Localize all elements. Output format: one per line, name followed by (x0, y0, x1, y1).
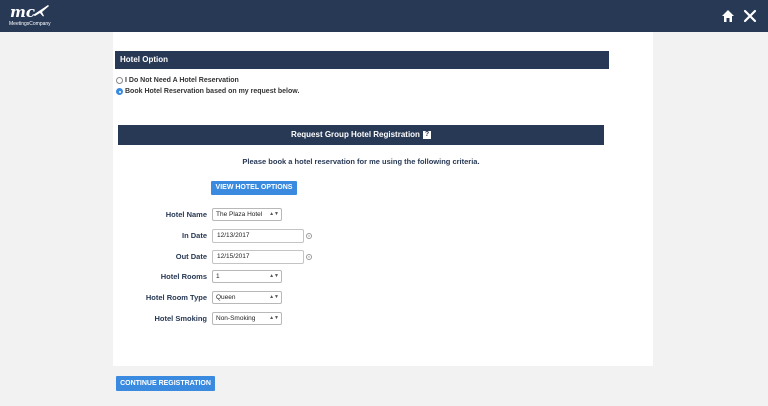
select-arrows-icon: ▲▼ (269, 211, 279, 217)
criteria-instruction: Please book a hotel reservation for me u… (242, 157, 480, 166)
out-date-input[interactable]: 12/15/2017 (212, 250, 304, 264)
radio-book-hotel-label: Book Hotel Reservation based on my reque… (125, 88, 300, 95)
hotel-name-select[interactable]: The Plaza Hotel ▲▼ (212, 208, 282, 221)
out-date-label: Out Date (175, 252, 207, 261)
smoking-value: Non-Smoking (216, 315, 256, 322)
hotel-option-header: Hotel Option (115, 51, 609, 69)
select-arrows-icon: ▲▼ (269, 294, 279, 300)
radio-book-hotel[interactable]: Book Hotel Reservation based on my reque… (116, 86, 299, 97)
radio-checked-icon[interactable] (116, 88, 123, 95)
select-arrows-icon: ▲▼ (269, 273, 279, 279)
help-icon[interactable]: ? (422, 130, 431, 139)
room-type-value: Queen (216, 294, 236, 301)
in-date-input[interactable]: 12/13/2017 (212, 229, 304, 243)
airplane-icon (33, 5, 49, 17)
smoking-label: Hotel Smoking (154, 314, 207, 323)
radio-unchecked-icon[interactable] (116, 77, 123, 84)
room-type-select[interactable]: Queen ▲▼ (212, 291, 282, 304)
hotel-name-label: Hotel Name (165, 210, 207, 219)
select-arrows-icon: ▲▼ (269, 315, 279, 321)
group-registration-title: Request Group Hotel Registration (291, 130, 420, 139)
view-hotel-options-button[interactable]: VIEW HOTEL OPTIONS (211, 181, 297, 195)
home-icon[interactable] (720, 8, 736, 24)
hotel-name-value: The Plaza Hotel (216, 211, 263, 218)
hotel-rooms-select[interactable]: 1 ▲▼ (212, 270, 282, 283)
smoking-select[interactable]: Non-Smoking ▲▼ (212, 312, 282, 325)
radio-no-hotel[interactable]: I Do Not Need A Hotel Reservation (116, 75, 239, 86)
top-bar: mc MeetingsCompany (0, 0, 768, 32)
hotel-rooms-label: Hotel Rooms (160, 272, 207, 281)
out-date-clear-icon[interactable]: × (306, 254, 312, 260)
close-icon[interactable] (742, 8, 758, 24)
group-registration-header: Request Group Hotel Registration? (118, 125, 604, 145)
in-date-clear-icon[interactable]: × (306, 233, 312, 239)
in-date-label: In Date (181, 231, 207, 240)
radio-no-hotel-label: I Do Not Need A Hotel Reservation (125, 77, 239, 84)
hotel-rooms-value: 1 (216, 273, 220, 280)
room-type-label: Hotel Room Type (145, 293, 207, 302)
logo-subtext: MeetingsCompany (9, 21, 51, 27)
continue-registration-button[interactable]: CONTINUE REGISTRATION (116, 376, 215, 391)
logo[interactable]: mc MeetingsCompany (8, 3, 56, 29)
